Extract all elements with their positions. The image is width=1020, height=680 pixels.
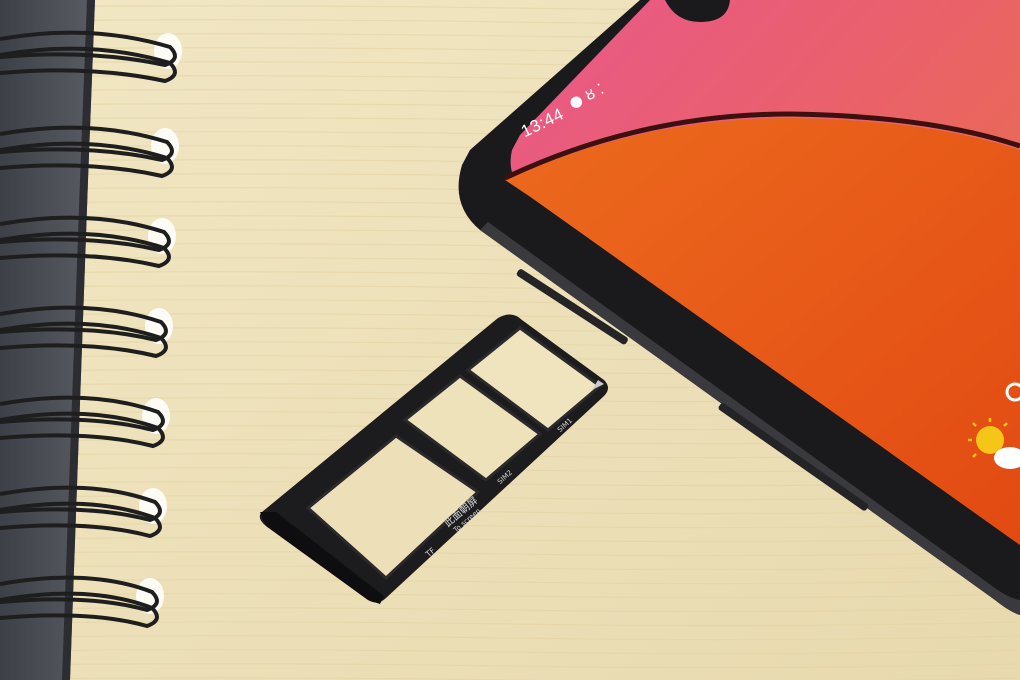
photo-scene [0,0,1020,680]
signal-icon: ȣ [582,84,599,105]
